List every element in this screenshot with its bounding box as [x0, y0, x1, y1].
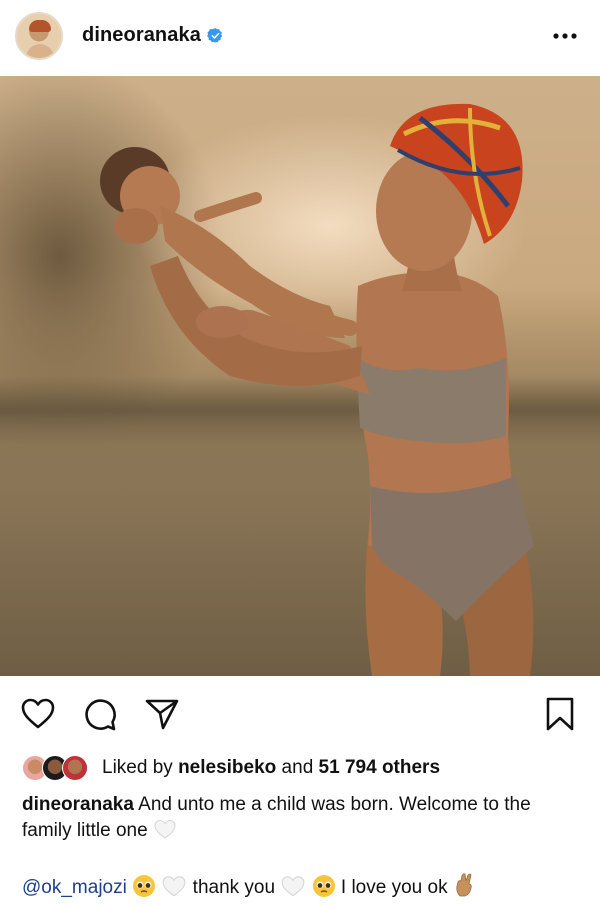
post-username[interactable]: dineoranaka — [82, 24, 201, 47]
liker-avatars — [22, 755, 94, 781]
white-heart-icon — [154, 819, 176, 839]
caption: dineoranaka And unto me a child was born… — [22, 792, 578, 844]
bookmark-icon[interactable] — [542, 696, 578, 732]
white-heart-icon — [281, 876, 305, 897]
likes-connector: and — [276, 757, 319, 778]
comment-part2: I love you ok — [335, 877, 453, 898]
ellipsis-icon[interactable] — [550, 26, 580, 46]
likes-others[interactable]: 51 794 others — [319, 757, 440, 779]
action-bar — [0, 676, 600, 752]
comment-mention[interactable]: @ok_majozi — [22, 877, 127, 898]
post-username-row: dineoranaka — [82, 24, 224, 47]
pleading-face-icon — [312, 875, 335, 897]
comment: @ok_majozi thank you I love you ok — [22, 872, 592, 901]
comment-part1: thank you — [187, 877, 281, 898]
likes-user[interactable]: nelesibeko — [178, 757, 276, 779]
crossed-fingers-icon — [456, 873, 472, 897]
pleading-face-icon — [133, 875, 156, 897]
liker-avatar — [62, 755, 88, 781]
post-photo[interactable] — [0, 76, 600, 676]
likes-prefix: Liked by — [102, 757, 173, 778]
verified-badge-icon — [207, 28, 223, 44]
caption-username[interactable]: dineoranaka — [22, 794, 134, 815]
post-header: dineoranaka — [0, 0, 600, 76]
comment-icon[interactable] — [82, 696, 118, 732]
avatar[interactable] — [15, 12, 63, 60]
heart-icon[interactable] — [20, 696, 56, 732]
likes-row[interactable]: Liked by nelesibeko and 51 794 others — [22, 754, 440, 782]
share-icon[interactable] — [144, 696, 180, 732]
white-heart-icon — [163, 876, 186, 897]
photo-figures — [100, 103, 534, 676]
